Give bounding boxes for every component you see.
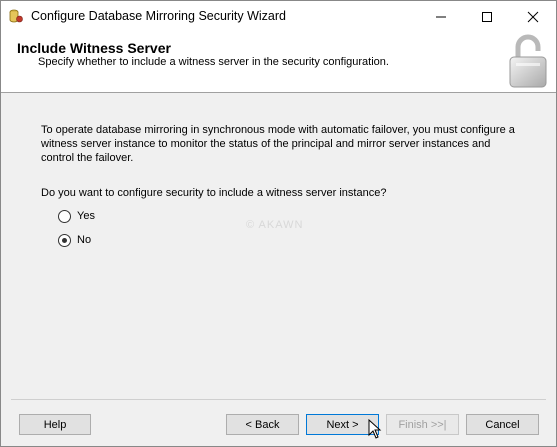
radio-yes-label[interactable]: Yes [77,210,95,222]
finish-button: Finish >>| [386,414,459,435]
description-text: To operate database mirroring in synchro… [41,124,515,164]
title-bar[interactable]: Configure Database Mirroring Security Wi… [1,1,556,32]
help-button[interactable]: Help [19,414,91,435]
witness-question: Do you want to configure security to inc… [41,187,387,199]
back-button[interactable]: < Back [226,414,299,435]
watermark: © AKAWN [246,219,304,231]
cancel-button[interactable]: Cancel [466,414,539,435]
close-button[interactable] [510,1,556,32]
maximize-icon [482,12,492,22]
minimize-icon [436,16,446,18]
wizard-header: Include Witness Server Specify whether t… [1,32,556,93]
wizard-window: Configure Database Mirroring Security Wi… [0,0,557,447]
window-title: Configure Database Mirroring Security Wi… [31,9,286,23]
radio-selected-dot [62,238,67,243]
page-subtitle: Specify whether to include a witness ser… [38,56,389,68]
radio-no-label[interactable]: No [77,234,91,246]
mouse-pointer-icon [368,418,382,442]
padlock-open-icon [506,33,552,91]
minimize-button[interactable] [418,1,464,32]
database-icon [8,8,24,24]
footer-divider [11,399,546,400]
maximize-button[interactable] [464,1,510,32]
radio-yes-circle[interactable] [58,210,71,223]
close-icon [527,11,539,23]
page-title: Include Witness Server [17,40,171,56]
radio-no-circle[interactable] [58,234,71,247]
